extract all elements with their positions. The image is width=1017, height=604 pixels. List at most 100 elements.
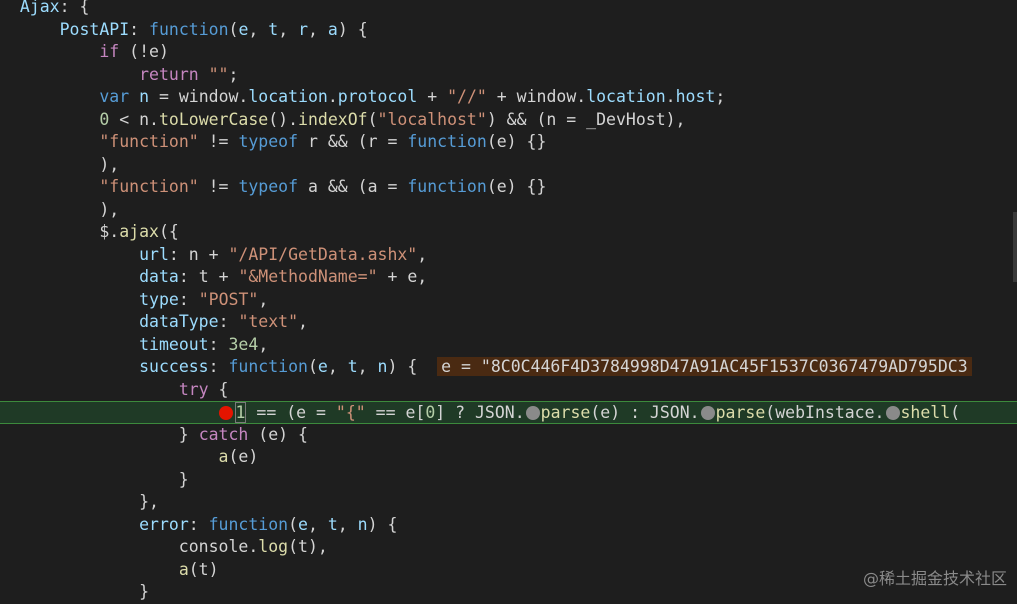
code-token: , bbox=[308, 19, 328, 39]
code-line[interactable]: PostAPI: function(e, t, r, a) { bbox=[0, 19, 1017, 42]
code-token: 3e4 bbox=[228, 334, 259, 354]
code-token: "//" bbox=[447, 87, 487, 106]
code-token: : { bbox=[59, 0, 90, 16]
code-token: function bbox=[149, 19, 229, 39]
code-token: data bbox=[139, 267, 179, 286]
code-token: log bbox=[258, 537, 289, 556]
code-line[interactable]: $.ajax({ bbox=[0, 221, 1017, 244]
code-token: shell bbox=[900, 403, 951, 422]
code-line[interactable]: console.log(t), bbox=[0, 536, 1017, 559]
code-line[interactable]: a(e) bbox=[0, 446, 1017, 469]
code-line[interactable]: error: function(e, t, n) { bbox=[0, 514, 1017, 537]
code-token: (e) bbox=[228, 447, 259, 466]
code-line[interactable]: } catch (e) { bbox=[0, 424, 1017, 447]
code-token: . bbox=[665, 87, 676, 106]
code-token: e bbox=[317, 357, 328, 376]
code-token: + window. bbox=[486, 87, 587, 106]
code-token: : n + bbox=[168, 244, 229, 264]
code-token: ajax bbox=[119, 222, 159, 241]
code-token: host bbox=[675, 87, 716, 106]
code-token: var bbox=[99, 87, 130, 106]
code-line[interactable]: try { bbox=[0, 379, 1017, 402]
code-token: a bbox=[327, 19, 338, 39]
code-token: r bbox=[298, 19, 309, 39]
code-token: , bbox=[248, 19, 269, 39]
code-token: Ajax bbox=[19, 0, 60, 16]
code-token: toLowerCase bbox=[158, 109, 269, 129]
code-line[interactable]: Ajax: { bbox=[0, 0, 1017, 19]
code-token: dataType bbox=[139, 312, 219, 331]
code-token: a bbox=[218, 447, 229, 466]
inline-breakpoint-marker-icon[interactable] bbox=[700, 406, 715, 420]
code-token: . bbox=[327, 87, 338, 106]
code-line[interactable]: return ""; bbox=[0, 64, 1017, 87]
code-token: function bbox=[407, 132, 487, 151]
code-line[interactable]: url: n + "/API/GetData.ashx", bbox=[0, 244, 1017, 267]
code-line[interactable]: data: t + "&MethodName=" + e, bbox=[0, 266, 1017, 289]
code-token: "function" bbox=[99, 177, 199, 196]
code-line[interactable]: }, bbox=[0, 491, 1017, 514]
vertical-scrollbar-thumb[interactable] bbox=[1013, 212, 1017, 282]
code-editor[interactable]: Ajax: { PostAPI: function(e, t, r, a) { … bbox=[0, 0, 1017, 601]
code-token: (t), bbox=[288, 537, 328, 556]
code-line[interactable]: "function" != typeof a && (a = function(… bbox=[0, 176, 1017, 199]
code-line[interactable]: timeout: 3e4, bbox=[0, 334, 1017, 357]
code-token: parse bbox=[715, 403, 766, 422]
code-token: a bbox=[178, 559, 189, 579]
paused-code-line[interactable]: 1 == (e = "{" == e[0] ? JSON. parse(e) : … bbox=[0, 401, 1017, 424]
code-token: n bbox=[139, 87, 150, 106]
code-token: timeout bbox=[139, 334, 209, 354]
code-token: < n. bbox=[109, 109, 159, 129]
code-token: }, bbox=[0, 492, 159, 511]
code-token: error bbox=[139, 514, 189, 534]
code-token: return bbox=[139, 64, 199, 84]
code-token: "/API/GetData.ashx" bbox=[228, 244, 418, 264]
code-token: { bbox=[208, 379, 229, 399]
code-token: (e) { bbox=[248, 424, 308, 444]
code-line[interactable]: ), bbox=[0, 199, 1017, 222]
code-line[interactable]: } bbox=[0, 469, 1017, 492]
code-line[interactable]: success: function(e, t, n) { e = "8C0C44… bbox=[0, 356, 1017, 379]
code-token: } bbox=[0, 424, 199, 444]
code-line[interactable]: var n = window.location.protocol + "//" … bbox=[0, 86, 1017, 109]
code-token: + bbox=[417, 87, 448, 106]
code-token: (t) bbox=[188, 559, 219, 579]
code-line[interactable]: 0 < n.toLowerCase().indexOf("localhost")… bbox=[0, 109, 1017, 132]
code-token: } bbox=[0, 469, 189, 489]
code-token: "" bbox=[208, 64, 229, 84]
code-token: , bbox=[258, 289, 269, 309]
code-line[interactable]: ), bbox=[0, 154, 1017, 177]
code-token: if bbox=[99, 42, 120, 61]
code-token: ; bbox=[228, 64, 239, 84]
code-token: , bbox=[258, 334, 269, 354]
code-token: a && (a = bbox=[298, 177, 408, 196]
code-line[interactable]: if (!e) bbox=[0, 41, 1017, 64]
code-token: , bbox=[337, 514, 358, 534]
code-line[interactable]: type: "POST", bbox=[0, 289, 1017, 312]
code-token: protocol bbox=[337, 87, 418, 106]
code-line[interactable]: "function" != typeof r && (r = function(… bbox=[0, 131, 1017, 154]
breakpoint-icon[interactable] bbox=[218, 406, 233, 420]
code-token: $. bbox=[0, 222, 120, 241]
inline-breakpoint-marker-icon[interactable] bbox=[885, 406, 900, 420]
code-token: "localhost" bbox=[377, 109, 487, 129]
code-token: ) { bbox=[367, 514, 398, 534]
code-token: success bbox=[139, 357, 209, 376]
code-token: : bbox=[208, 357, 229, 376]
code-token: e bbox=[298, 514, 308, 534]
code-line[interactable]: dataType: "text", bbox=[0, 311, 1017, 334]
code-token: n bbox=[377, 357, 388, 376]
code-token: : bbox=[218, 312, 239, 331]
inline-breakpoint-marker-icon[interactable] bbox=[525, 406, 540, 420]
code-token: : bbox=[178, 289, 199, 309]
code-token: (e) {} bbox=[486, 132, 547, 151]
